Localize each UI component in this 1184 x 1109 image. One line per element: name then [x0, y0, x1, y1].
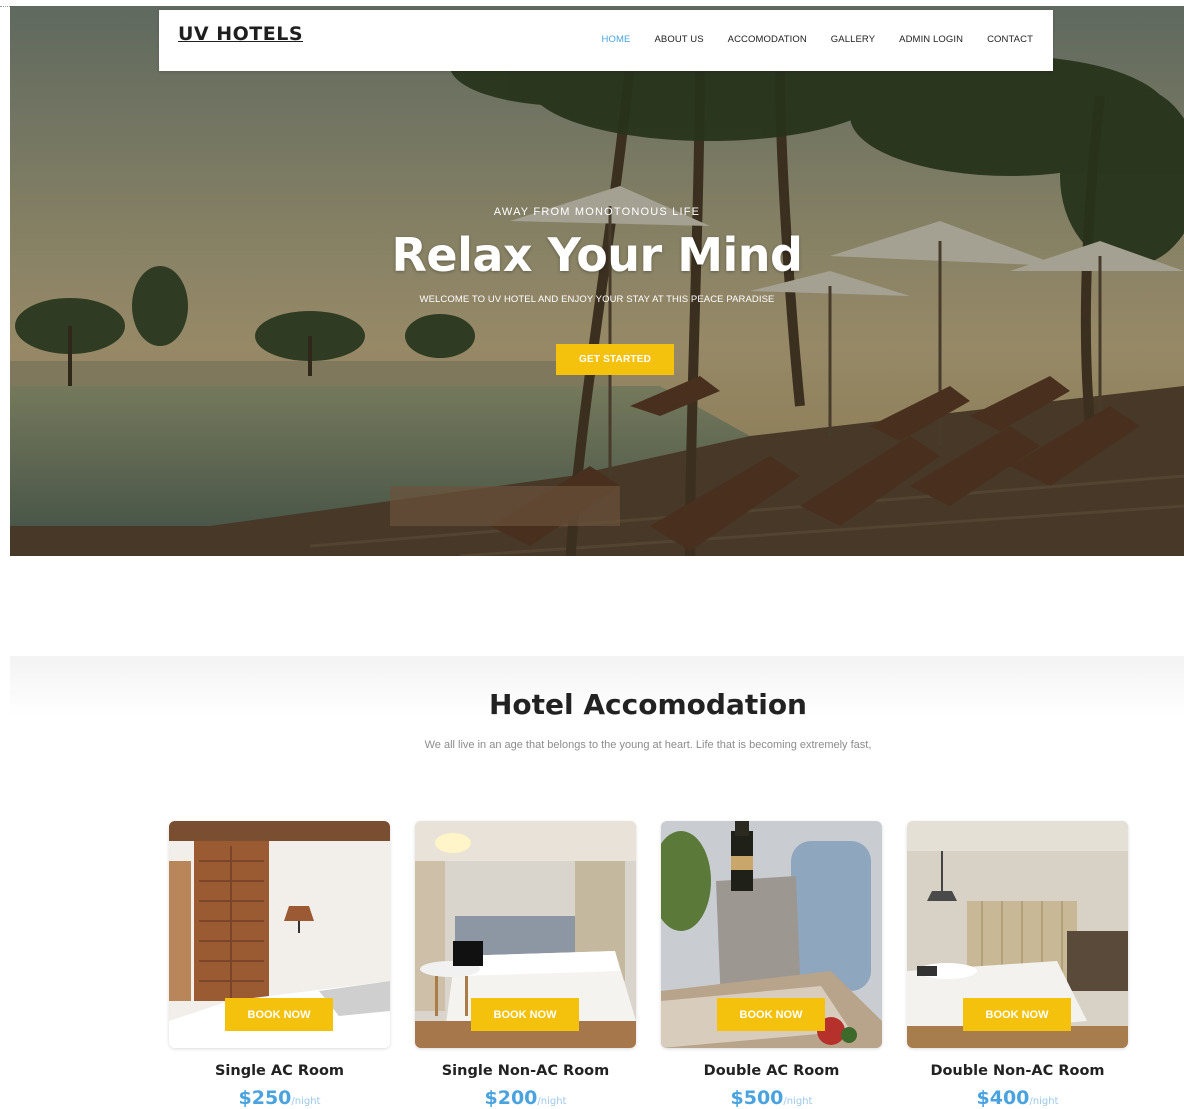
room-name: Single AC Room	[214, 1063, 345, 1079]
hero-kicker: AWAY FROM MONOTONOUS LIFE	[493, 206, 701, 218]
get-started-button[interactable]: GET STARTED	[556, 344, 674, 375]
room-price: $400/night	[907, 1087, 1128, 1109]
hero-banner: AWAY FROM MONOTONOUS LIFE Relax Your Min…	[10, 6, 1184, 556]
book-now-button[interactable]: BOOK NOW	[471, 998, 579, 1031]
room-price: $250/night	[169, 1087, 390, 1109]
navbar: UV HOTELS HOME ABOUT US ACCOMODATION GAL…	[159, 10, 1053, 71]
room-name: Single Non-AC Room	[441, 1063, 610, 1079]
nav-item-home[interactable]: HOME	[602, 34, 631, 45]
section-subtitle: We all live in an age that belongs to th…	[424, 739, 872, 751]
nav-menu: HOME ABOUT US ACCOMODATION GALLERY ADMIN…	[578, 34, 1033, 45]
nav-item-accomodation[interactable]: ACCOMODATION	[728, 34, 807, 45]
price-amount: $500	[730, 1087, 784, 1109]
hero-subtitle: WELCOME TO UV HOTEL AND ENJOY YOUR STAY …	[419, 294, 775, 305]
price-unit: /night	[783, 1096, 813, 1107]
price-amount: $250	[238, 1087, 292, 1109]
site-logo[interactable]: UV HOTELS	[178, 23, 303, 45]
room-name: Double AC Room	[703, 1063, 840, 1079]
room-image[interactable]: BOOK NOW	[907, 821, 1128, 1048]
room-image[interactable]: BOOK NOW	[415, 821, 636, 1048]
price-amount: $400	[976, 1087, 1030, 1109]
section-title: Hotel Accomodation	[489, 688, 807, 721]
room-name: Double Non-AC Room	[930, 1063, 1105, 1079]
nav-item-contact[interactable]: CONTACT	[987, 34, 1033, 45]
book-now-button[interactable]: BOOK NOW	[717, 998, 825, 1031]
book-now-button[interactable]: BOOK NOW	[225, 998, 333, 1031]
price-amount: $200	[484, 1087, 538, 1109]
room-list: BOOK NOW Single AC Room $250/night BOOK …	[169, 821, 1129, 1109]
price-unit: /night	[537, 1096, 567, 1107]
nav-item-gallery[interactable]: GALLERY	[831, 34, 875, 45]
book-now-button[interactable]: BOOK NOW	[963, 998, 1071, 1031]
room-price: $500/night	[661, 1087, 882, 1109]
room-price: $200/night	[415, 1087, 636, 1109]
nav-item-admin-login[interactable]: ADMIN LOGIN	[899, 34, 963, 45]
hero-title: Relax Your Mind	[391, 228, 803, 282]
price-unit: /night	[1029, 1096, 1059, 1107]
nav-item-about-us[interactable]: ABOUT US	[654, 34, 703, 45]
price-unit: /night	[291, 1096, 321, 1107]
room-image[interactable]: BOOK NOW	[661, 821, 882, 1048]
accommodation-heading-wrap: Hotel Accomodation	[0, 688, 1184, 721]
room-image[interactable]: BOOK NOW	[169, 821, 390, 1048]
